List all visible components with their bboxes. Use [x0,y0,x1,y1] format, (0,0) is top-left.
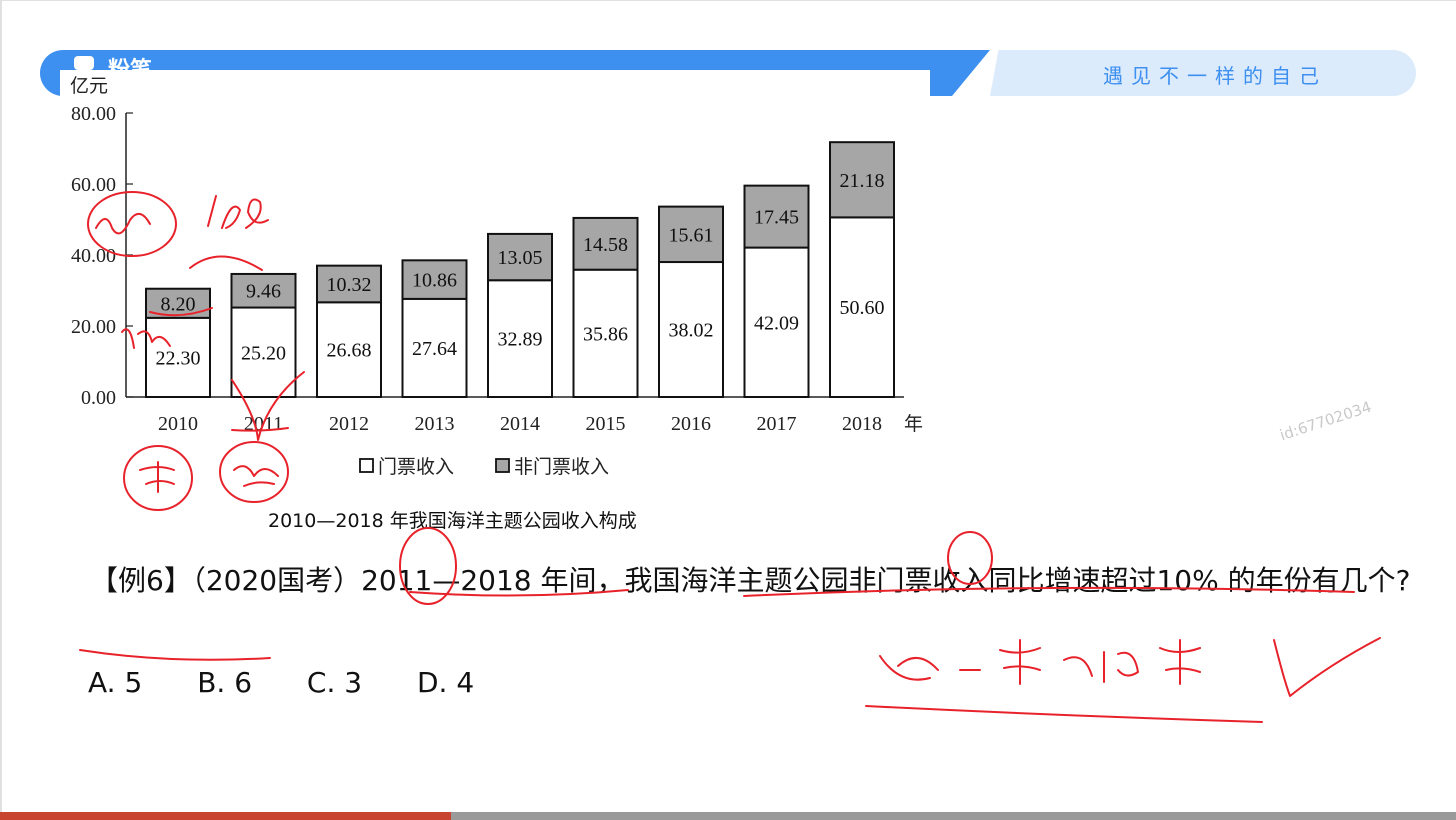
x-tick-label: 2017 [757,413,797,435]
x-tick-label: 2018 [842,413,882,435]
x-tick-label: 2015 [586,413,626,435]
y-tick-label: 40.00 [71,245,116,267]
legend-label-0: 门票收入 [378,456,454,478]
bar-label-ticket-2014: 32.89 [498,329,543,351]
bar-label-ticket-2011: 25.20 [241,342,286,364]
x-tick-label: 2014 [500,413,540,435]
bar-label-nonticket-2013: 10.86 [412,270,457,292]
option-b[interactable]: B. 6 [197,666,252,699]
legend-label-1: 非门票收入 [514,456,609,478]
x-tick-label: 2013 [415,413,455,435]
option-c[interactable]: C. 3 [307,666,362,699]
legend-swatch-0 [359,458,374,473]
legend-swatch-1 [495,458,510,473]
bar-label-ticket-2017: 42.09 [754,312,799,334]
x-axis-suffix: 年 [904,413,923,435]
bar-label-ticket-2018: 50.60 [840,297,885,319]
bar-label-nonticket-2017: 17.45 [754,207,799,229]
bar-label-ticket-2015: 35.86 [583,323,628,345]
y-tick-label: 20.00 [71,316,116,338]
y-tick-label: 60.00 [71,174,116,196]
bar-label-nonticket-2012: 10.32 [327,274,372,296]
bar-label-nonticket-2018: 21.18 [840,170,885,192]
y-tick-label: 0.00 [81,387,116,409]
option-d[interactable]: D. 4 [417,666,474,699]
bar-label-nonticket-2015: 14.58 [583,234,628,256]
y-tick-label: 80.00 [71,103,116,125]
option-a[interactable]: A. 5 [88,666,142,699]
bar-label-nonticket-2016: 15.61 [669,224,714,246]
x-tick-label: 2011 [244,413,283,435]
question-text: 【例6】（2020国考）2011—2018 年间，我国海洋主题公园非门票收入同比… [90,564,1411,597]
bar-label-ticket-2016: 38.02 [669,320,714,342]
bar-label-nonticket-2011: 9.46 [246,281,281,303]
x-tick-label: 2016 [671,413,711,435]
answer-options: A. 5 B. 6 C. 3 D. 4 [88,666,520,699]
bar-label-ticket-2013: 27.64 [412,338,457,360]
x-tick-label: 2010 [158,413,198,435]
bar-label-nonticket-2014: 13.05 [498,247,543,269]
chart-title: 2010—2018 年我国海洋主题公园收入构成 [268,510,637,532]
x-tick-label: 2012 [329,413,369,435]
video-progress-fill [0,812,452,820]
bar-label-nonticket-2010: 8.20 [161,293,196,315]
y-axis-label: 亿元 [70,75,108,97]
bar-label-ticket-2010: 22.30 [156,347,201,369]
bar-label-ticket-2012: 26.68 [327,340,372,362]
